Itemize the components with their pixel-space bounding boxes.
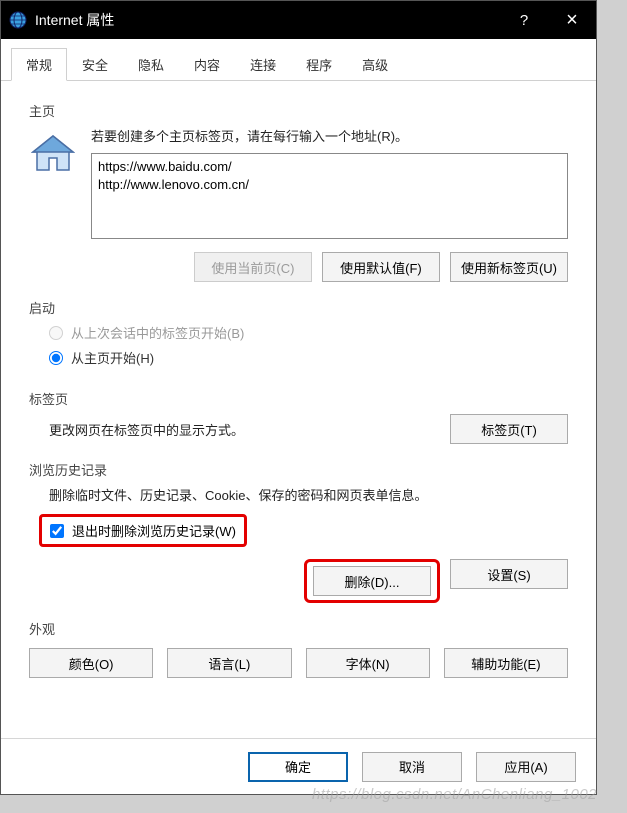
tab-advanced[interactable]: 高级: [347, 48, 403, 81]
use-default-button[interactable]: 使用默认值(F): [322, 252, 440, 282]
delete-on-exit-label: 退出时删除浏览历史记录(W): [72, 521, 236, 540]
watermark-text: https://blog.csdn.net/AnChenliang_1002: [312, 786, 597, 803]
delete-on-exit-checkbox[interactable]: [50, 524, 64, 538]
startup-last-session-label: 从上次会话中的标签页开始(B): [71, 323, 244, 342]
startup-last-session-row[interactable]: 从上次会话中的标签页开始(B): [49, 323, 568, 342]
tab-security[interactable]: 安全: [67, 48, 123, 81]
startup-homepage-row[interactable]: 从主页开始(H): [49, 348, 568, 367]
startup-last-session-radio: [49, 326, 63, 340]
use-current-page-button: 使用当前页(C): [194, 252, 312, 282]
tab-programs[interactable]: 程序: [291, 48, 347, 81]
startup-section: 启动 从上次会话中的标签页开始(B) 从主页开始(H): [29, 292, 568, 373]
use-new-tab-button[interactable]: 使用新标签页(U): [450, 252, 568, 282]
appearance-label: 外观: [29, 619, 568, 638]
delete-on-exit-row[interactable]: 退出时删除浏览历史记录(W): [39, 514, 247, 547]
window-title: Internet 属性: [35, 10, 500, 30]
history-settings-button[interactable]: 设置(S): [450, 559, 568, 589]
tab-privacy[interactable]: 隐私: [123, 48, 179, 81]
accessibility-button[interactable]: 辅助功能(E): [444, 648, 568, 678]
tab-content-panel: 主页 若要创建多个主页标签页，请在每行输入一个地址(R)。 使用当前页(C) 使…: [1, 81, 596, 698]
startup-label: 启动: [29, 298, 568, 317]
homepage-label: 主页: [29, 101, 568, 120]
homepage-urls-input[interactable]: [91, 153, 568, 239]
homepage-instruction: 若要创建多个主页标签页，请在每行输入一个地址(R)。: [91, 126, 568, 145]
tabs-description: 更改网页在标签页中的显示方式。: [49, 420, 244, 439]
tabs-section: 标签页 更改网页在标签页中的显示方式。 标签页(T): [29, 383, 568, 444]
delete-history-button[interactable]: 删除(D)...: [313, 566, 431, 596]
internet-options-icon: [9, 11, 27, 29]
tab-strip: 常规 安全 隐私 内容 连接 程序 高级: [1, 39, 596, 81]
internet-options-window: Internet 属性 ? × 常规 安全 隐私 内容 连接 程序 高级 主页 …: [0, 0, 597, 795]
browsing-history-section: 浏览历史记录 删除临时文件、历史记录、Cookie、保存的密码和网页表单信息。 …: [29, 454, 568, 603]
languages-button[interactable]: 语言(L): [167, 648, 291, 678]
colors-button[interactable]: 颜色(O): [29, 648, 153, 678]
fonts-button[interactable]: 字体(N): [306, 648, 430, 678]
browsing-history-label: 浏览历史记录: [29, 460, 568, 479]
cancel-button[interactable]: 取消: [362, 752, 462, 782]
tab-connections[interactable]: 连接: [235, 48, 291, 81]
tabs-settings-button[interactable]: 标签页(T): [450, 414, 568, 444]
titlebar: Internet 属性 ? ×: [1, 1, 596, 39]
tab-content[interactable]: 内容: [179, 48, 235, 81]
startup-homepage-radio[interactable]: [49, 351, 63, 365]
browsing-history-description: 删除临时文件、历史记录、Cookie、保存的密码和网页表单信息。: [49, 485, 568, 504]
home-icon: [29, 130, 77, 178]
close-button[interactable]: ×: [548, 1, 596, 39]
apply-button[interactable]: 应用(A): [476, 752, 576, 782]
homepage-section: 主页 若要创建多个主页标签页，请在每行输入一个地址(R)。 使用当前页(C) 使…: [29, 95, 568, 282]
startup-homepage-label: 从主页开始(H): [71, 348, 154, 367]
tabs-label: 标签页: [29, 389, 568, 408]
ok-button[interactable]: 确定: [248, 752, 348, 782]
tab-general[interactable]: 常规: [11, 48, 67, 81]
appearance-section: 外观 颜色(O) 语言(L) 字体(N) 辅助功能(E): [29, 613, 568, 678]
delete-button-highlight: 删除(D)...: [304, 559, 440, 603]
help-button[interactable]: ?: [500, 1, 548, 39]
